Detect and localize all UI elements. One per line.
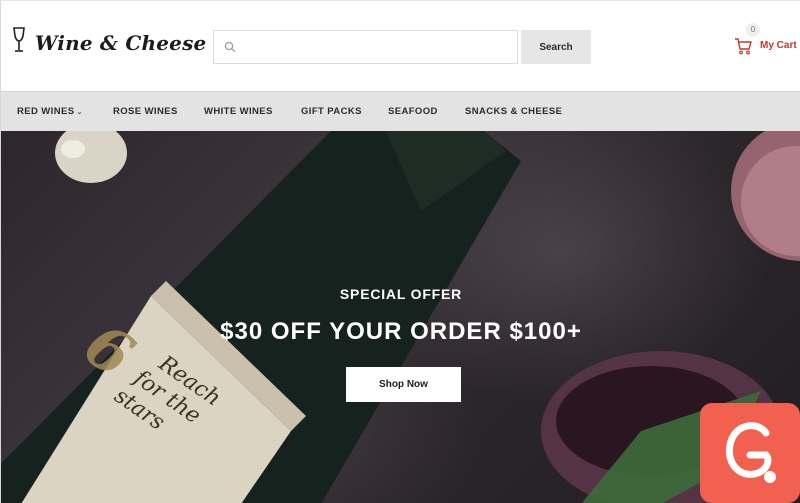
header: Wine & Cheese Search 0 My Cart: [1, 1, 800, 91]
nav-item-snacks-cheese[interactable]: SNACKS & CHEESE: [465, 92, 562, 132]
cart-icon: [734, 37, 752, 60]
cart-label: My Cart: [760, 40, 797, 51]
search-box: [213, 30, 518, 64]
nav-item-white-wines[interactable]: WHITE WINES: [204, 92, 273, 132]
chevron-down-icon: ⌄: [76, 109, 83, 116]
cart-button[interactable]: 0 My Cart: [734, 23, 800, 63]
search-icon: [224, 40, 236, 58]
logo[interactable]: Wine & Cheese: [11, 27, 206, 58]
nav-item-red-wines[interactable]: RED WINES ⌄: [17, 92, 83, 132]
nav-item-gift-packs[interactable]: GIFT PACKS: [301, 92, 362, 132]
nav-item-label: RED WINES: [17, 106, 75, 117]
hero-banner: 6 Reach for the stars SPECIAL OFFER $30 …: [1, 131, 800, 503]
wine-glass-icon: [11, 27, 27, 58]
cart-count-badge: 0: [746, 23, 760, 37]
watermark-badge: [700, 403, 800, 503]
brand-name: Wine & Cheese: [35, 30, 207, 55]
search-input[interactable]: [244, 35, 509, 59]
main-nav: RED WINES ⌄ ROSE WINES WHITE WINES GIFT P…: [1, 91, 800, 131]
hero-subtitle: SPECIAL OFFER: [339, 286, 463, 302]
hero-title: $30 OFF YOUR ORDER $100+: [220, 318, 582, 345]
hero-image: 6 Reach for the stars: [1, 131, 800, 503]
g-logo-icon: [725, 422, 776, 483]
page: Wine & Cheese Search 0 My Cart RED WINES…: [0, 0, 800, 503]
nav-item-rose-wines[interactable]: ROSE WINES: [113, 92, 178, 132]
shop-now-button[interactable]: Shop Now: [346, 367, 461, 402]
search-button[interactable]: Search: [521, 30, 591, 64]
nav-item-seafood[interactable]: SEAFOOD: [388, 92, 438, 132]
